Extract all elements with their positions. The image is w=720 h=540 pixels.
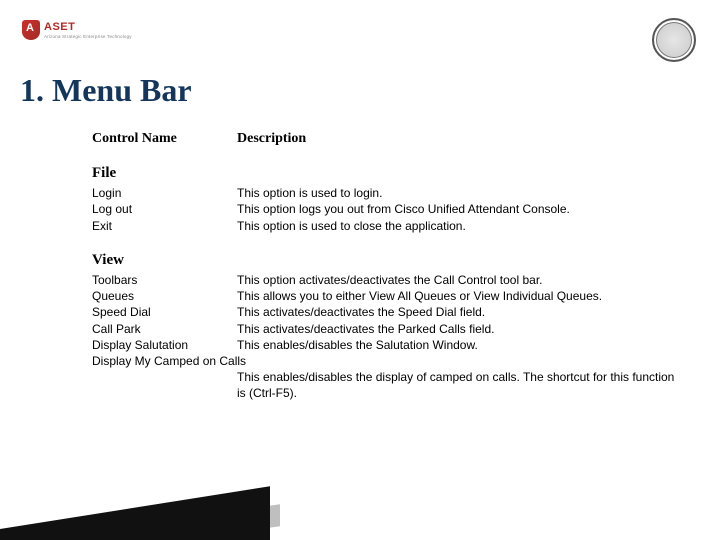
control-name: Queues [92,288,237,304]
control-name: Exit [92,218,237,234]
header-description: Description [237,130,680,149]
table-row: Display My Camped on Calls [92,353,680,369]
header-control-name: Control Name [92,130,237,149]
brand-sub: Arizona Strategic Enterprise Technology [44,34,132,39]
brand-logo: ASET Arizona Strategic Enterprise Techno… [22,20,132,40]
control-name: Display Salutation [92,337,237,353]
table-row: Display Salutation This enables/disables… [92,337,680,353]
control-desc: This option logs you out from Cisco Unif… [237,201,680,217]
control-desc: This option is used to login. [237,185,680,201]
control-name: Log out [92,201,237,217]
control-desc: This option is used to close the applica… [237,218,680,234]
control-desc: This activates/deactivates the Speed Dia… [237,304,680,320]
control-name: Display My Camped on Calls [92,353,246,369]
brand-text: ASET Arizona Strategic Enterprise Techno… [44,22,132,39]
table-row: Exit This option is used to close the ap… [92,218,680,234]
brand-name: ASET [44,22,132,33]
table-row: Call Park This activates/deactivates the… [92,321,680,337]
control-name: Call Park [92,321,237,337]
decorative-swoosh [0,460,290,540]
page-title: 1. Menu Bar [20,72,192,109]
control-name: Toolbars [92,272,237,288]
control-desc: This option activates/deactivates the Ca… [237,272,680,288]
control-desc: This activates/deactivates the Parked Ca… [237,321,680,337]
control-name: Speed Dial [92,304,237,320]
brand-shield-icon [22,20,40,40]
section-heading-file: File [92,163,680,183]
table-row: Login This option is used to login. [92,185,680,201]
table-row: Toolbars This option activates/deactivat… [92,272,680,288]
table-row: Speed Dial This activates/deactivates th… [92,304,680,320]
table-row: Log out This option logs you out from Ci… [92,201,680,217]
control-desc: This enables/disables the Salutation Win… [237,337,680,353]
state-seal-icon [652,18,696,62]
control-name: Login [92,185,237,201]
control-desc: This enables/disables the display of cam… [237,369,680,401]
table-row: Queues This allows you to either View Al… [92,288,680,304]
section-heading-view: View [92,250,680,270]
table-header-row: Control Name Description [92,130,680,149]
table-row: This enables/disables the display of cam… [92,369,680,401]
menu-bar-table: Control Name Description File Login This… [92,130,680,401]
control-desc: This allows you to either View All Queue… [237,288,680,304]
